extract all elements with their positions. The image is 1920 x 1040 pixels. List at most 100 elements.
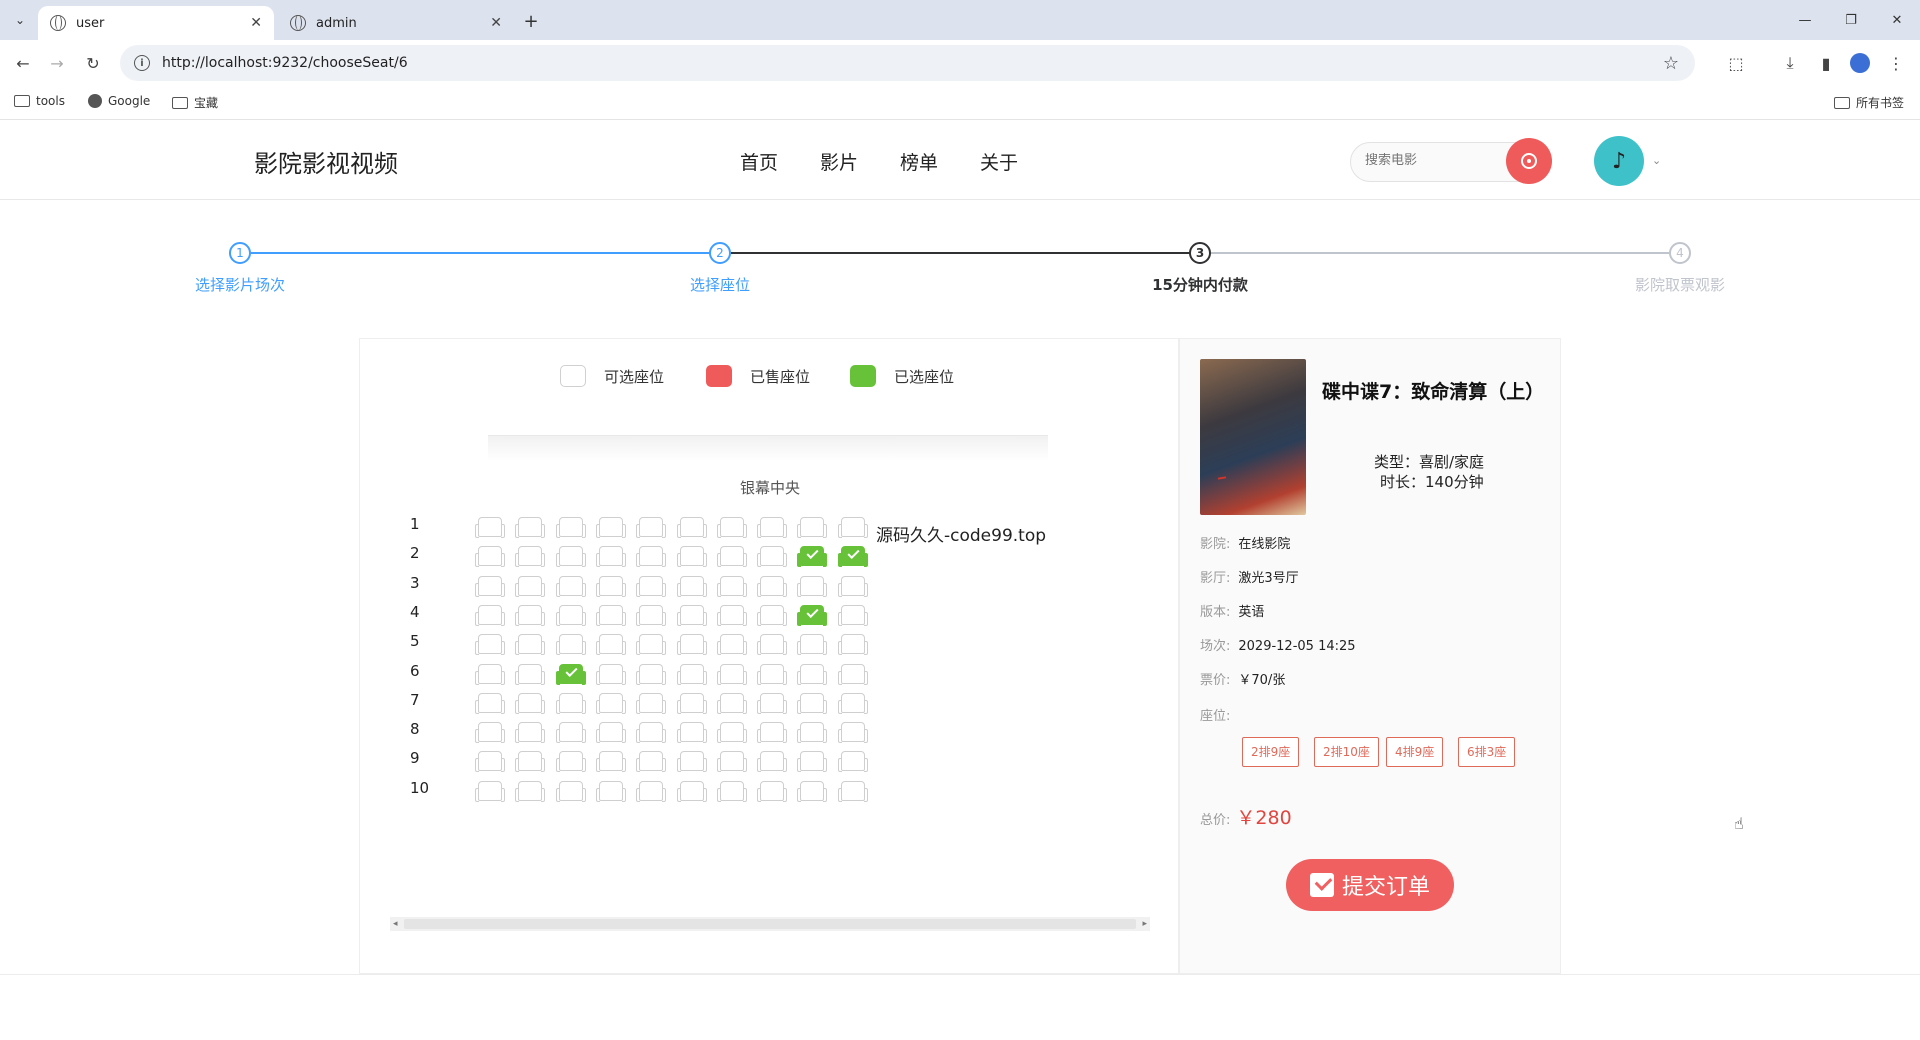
close-icon[interactable]: ✕ [490,15,502,31]
seat-available[interactable] [475,692,505,714]
back-icon[interactable]: ← [10,50,36,76]
seat-available[interactable] [716,634,747,656]
tab-user[interactable]: user ✕ [38,6,274,40]
seat-available[interactable] [837,751,868,773]
seat-available[interactable] [757,517,788,538]
seat-available[interactable] [636,663,667,685]
seat-available[interactable] [595,751,626,773]
seat-available[interactable] [716,722,747,744]
seat-available[interactable] [475,751,505,773]
seat-available[interactable] [797,722,828,744]
seat-available[interactable] [636,575,667,597]
seat-available[interactable] [555,575,586,597]
seat-available[interactable] [837,663,868,685]
seat-available[interactable] [716,517,747,538]
seat-available[interactable] [797,634,828,656]
seat-available[interactable] [475,517,505,538]
scroll-right-icon[interactable]: ▸ [1142,917,1147,931]
seat-available[interactable] [676,780,707,802]
seat-available[interactable] [475,634,505,656]
seat-available[interactable] [757,634,788,656]
site-info-icon[interactable]: i [134,55,150,71]
seat-available[interactable] [797,780,828,802]
seat-available[interactable] [555,692,586,714]
seat-available[interactable] [595,780,626,802]
bookmark-treasure[interactable]: 宝藏 [172,94,218,111]
seat-available[interactable] [837,634,868,656]
nav-rankings[interactable]: 榜单 [900,148,938,175]
forward-icon[interactable]: → [44,50,70,76]
seat-available[interactable] [716,663,747,685]
seat-available[interactable] [515,663,546,685]
seat-available[interactable] [636,604,667,626]
seat-selected[interactable] [837,546,868,568]
extensions-icon[interactable]: ⬚ [1724,51,1748,75]
nav-about[interactable]: 关于 [980,148,1018,175]
avatar[interactable]: ♪ [1594,136,1644,186]
bookmark-star-icon[interactable]: ☆ [1663,53,1679,74]
menu-kebab-icon[interactable]: ⋮ [1884,51,1908,75]
seat-available[interactable] [716,546,747,568]
seat-available[interactable] [555,517,586,538]
seat-available[interactable] [636,692,667,714]
seat-available[interactable] [475,722,505,744]
seat-available[interactable] [757,604,788,626]
seat-available[interactable] [676,546,707,568]
seat-available[interactable] [757,780,788,802]
seat-available[interactable] [555,722,586,744]
seat-available[interactable] [636,634,667,656]
seat-available[interactable] [515,517,546,538]
seat-available[interactable] [676,634,707,656]
seat-available[interactable] [837,692,868,714]
close-icon[interactable]: ✕ [250,15,262,31]
seat-available[interactable] [757,575,788,597]
seat-available[interactable] [797,751,828,773]
seat-available[interactable] [475,604,505,626]
submit-order-button[interactable]: 提交订单 [1286,859,1454,911]
seat-available[interactable] [475,663,505,685]
seat-available[interactable] [595,663,626,685]
seat-available[interactable] [757,663,788,685]
address-bar[interactable]: i http://localhost:9232/chooseSeat/6 ☆ [120,45,1695,81]
seat-available[interactable] [555,634,586,656]
scroll-left-icon[interactable]: ◂ [393,917,398,931]
seat-available[interactable] [676,722,707,744]
seat-available[interactable] [515,722,546,744]
seat-available[interactable] [716,751,747,773]
seat-available[interactable] [797,692,828,714]
seat-available[interactable] [595,634,626,656]
chevron-down-icon[interactable]: ⌄ [1652,154,1661,167]
seat-available[interactable] [716,575,747,597]
seat-available[interactable] [595,517,626,538]
seat-available[interactable] [716,692,747,714]
site-logo[interactable]: 影院影视视频 [254,144,398,179]
restore-icon[interactable]: ❐ [1828,0,1874,40]
seat-available[interactable] [837,722,868,744]
seat-available[interactable] [757,546,788,568]
search-button[interactable] [1506,138,1552,184]
seat-available[interactable] [676,604,707,626]
search-input[interactable] [1365,153,1505,168]
seat-available[interactable] [636,546,667,568]
seat-available[interactable] [636,517,667,538]
seat-available[interactable] [475,780,505,802]
seat-available[interactable] [636,722,667,744]
seat-selected[interactable] [797,546,828,568]
seat-selected[interactable] [797,604,828,626]
seat-available[interactable] [515,751,546,773]
seat-available[interactable] [555,780,586,802]
seat-available[interactable] [757,751,788,773]
reload-icon[interactable]: ↻ [80,50,106,76]
minimize-icon[interactable]: — [1782,0,1828,40]
seat-available[interactable] [676,751,707,773]
seat-available[interactable] [676,517,707,538]
seat-available[interactable] [595,575,626,597]
seat-available[interactable] [595,722,626,744]
horizontal-scrollbar[interactable]: ◂ ▸ [390,917,1150,931]
tab-admin[interactable]: admin ✕ [278,6,514,40]
seat-available[interactable] [676,692,707,714]
seat-available[interactable] [837,780,868,802]
nav-movies[interactable]: 影片 [820,148,858,175]
seat-available[interactable] [676,575,707,597]
seat-available[interactable] [837,575,868,597]
